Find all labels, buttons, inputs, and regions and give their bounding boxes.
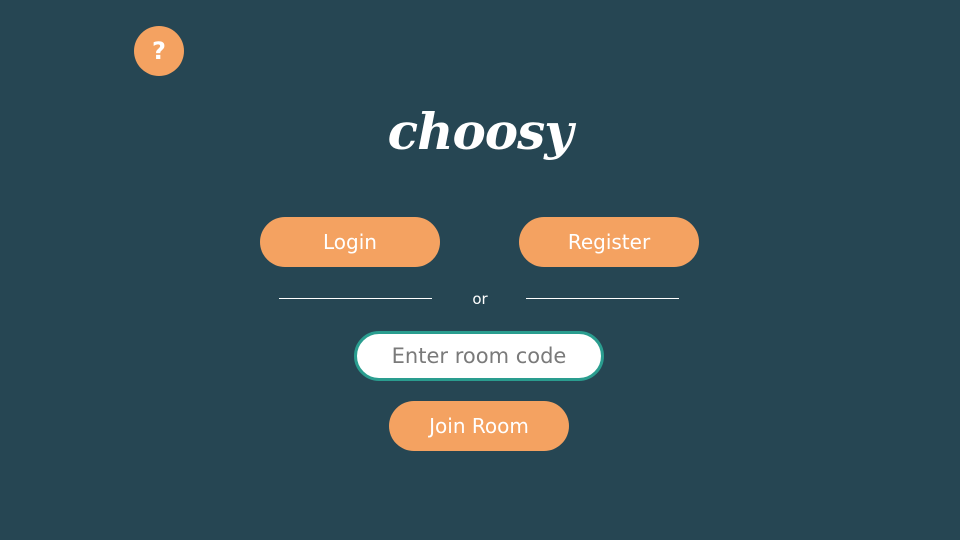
login-button[interactable]: Login bbox=[260, 217, 440, 267]
room-code-input[interactable] bbox=[354, 331, 604, 381]
question-mark-icon: ? bbox=[152, 37, 166, 65]
register-button[interactable]: Register bbox=[519, 217, 699, 267]
help-button[interactable]: ? bbox=[134, 26, 184, 76]
landing-page: ? choosy Login Register or Join Room bbox=[0, 0, 960, 540]
divider-line-right bbox=[526, 298, 679, 299]
divider-or-text: or bbox=[472, 290, 488, 308]
divider-line-left bbox=[279, 298, 432, 299]
join-room-button[interactable]: Join Room bbox=[389, 401, 569, 451]
app-logo: choosy bbox=[387, 102, 574, 161]
